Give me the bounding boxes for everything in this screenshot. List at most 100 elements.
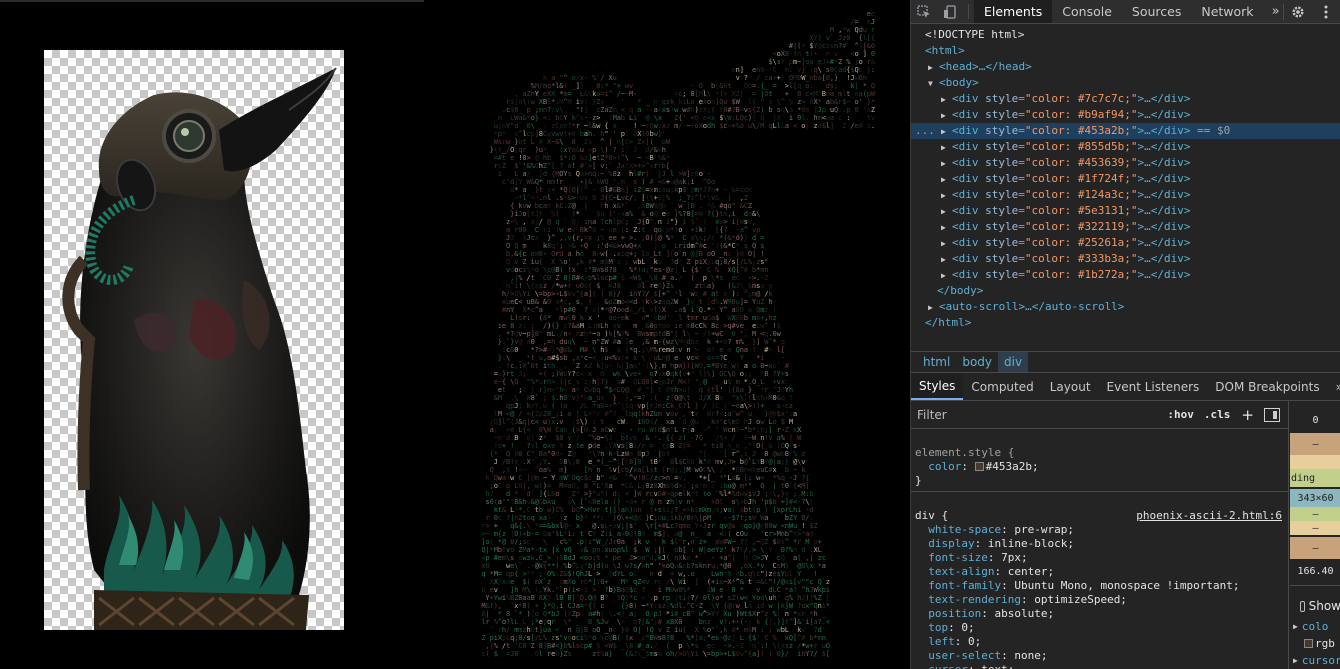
settings-gear-icon[interactable] xyxy=(1284,0,1312,24)
box-model-margin-bottom[interactable]: – xyxy=(1290,537,1340,559)
expand-triangle-icon[interactable]: ▶ xyxy=(941,156,952,172)
box-model-margin-value[interactable]: 0 xyxy=(1290,413,1340,427)
dom-node-div[interactable]: ▶ <div style="color: #333b3a;">…</div> xyxy=(911,251,1340,267)
css-prop-name[interactable]: top xyxy=(928,621,948,634)
css-prop-name[interactable]: cursor xyxy=(928,663,968,669)
dom-node-doctype[interactable]: <!DOCTYPE html> xyxy=(911,27,1340,43)
inspect-element-icon[interactable] xyxy=(911,0,937,23)
class-toggle[interactable]: .cls xyxy=(1199,408,1236,421)
expand-triangle-icon[interactable]: ▶ xyxy=(928,60,939,76)
expand-triangle-icon[interactable]: ▶ xyxy=(941,92,952,108)
expand-triangle-icon[interactable]: ▶ xyxy=(941,220,952,236)
css-prop-value[interactable]: 0; xyxy=(961,621,974,634)
box-model-content-size[interactable]: 343×60 xyxy=(1290,489,1340,507)
expand-triangle-icon[interactable]: ▶ xyxy=(941,124,952,140)
expand-triangle-icon[interactable]: ▶ xyxy=(941,252,952,268)
css-prop-value[interactable]: absolute; xyxy=(994,607,1054,620)
dom-node-auto-scroll[interactable]: ▶ <auto-scroll>…</auto-scroll> xyxy=(911,299,1340,315)
dom-node-div[interactable]: ▶ <div style="color: #b9af94;">…</div> xyxy=(911,107,1340,123)
hover-state-toggle[interactable]: :hov xyxy=(1162,408,1199,421)
element-style-prop[interactable]: color xyxy=(928,460,961,473)
device-toolbar-icon[interactable] xyxy=(937,0,963,23)
dom-node-div[interactable]: ▶ <div style="color: #25261a;">…</div> xyxy=(911,235,1340,251)
expand-triangle-icon[interactable]: ▶ xyxy=(941,172,952,188)
css-prop-value[interactable]: Ubuntu Mono, monospace !important; xyxy=(1014,579,1239,592)
css-prop-value[interactable]: 0; xyxy=(968,635,981,648)
node-actions-ellipsis-icon[interactable]: ... xyxy=(915,123,935,139)
dom-node-div[interactable]: ▶ <div style="color: #1b272a;">…</div> xyxy=(911,267,1340,283)
css-prop-value[interactable]: text; xyxy=(981,663,1014,669)
expand-triangle-icon[interactable]: ▶ xyxy=(1293,656,1298,665)
color-swatch-icon[interactable] xyxy=(974,462,984,471)
svg-text:z: z xyxy=(568,442,572,450)
css-prop-value[interactable]: optimizeSpeed; xyxy=(1034,593,1127,606)
box-model-padding-bottom[interactable]: – xyxy=(1290,507,1340,521)
breadcrumb-html[interactable]: html xyxy=(917,355,956,369)
stylesheet-source-link[interactable]: phoenix-ascii-2.html:6 xyxy=(1136,509,1282,523)
expand-triangle-icon[interactable]: ▶ xyxy=(941,188,952,204)
css-prop-value[interactable]: center; xyxy=(1008,565,1054,578)
box-model-border[interactable]: – xyxy=(1290,433,1340,455)
tab-computed[interactable]: Computed xyxy=(963,373,1041,400)
css-prop-name[interactable]: text-rendering xyxy=(928,593,1021,606)
expand-triangle-icon[interactable]: ▶ xyxy=(928,300,939,316)
css-prop-name[interactable]: font-size xyxy=(928,551,988,564)
computed-color-row[interactable]: ▶ colo xyxy=(1290,616,1340,636)
dom-node-html-close[interactable]: </html> xyxy=(911,315,1340,331)
tab-styles[interactable]: Styles xyxy=(911,373,964,400)
css-prop-name[interactable]: white-space xyxy=(928,523,1001,536)
customize-menu-icon[interactable] xyxy=(1312,0,1340,24)
css-prop-name[interactable]: display xyxy=(928,537,974,550)
dom-node-div[interactable]: ▶ <div style="color: #7c7c7c;">…</div> xyxy=(911,91,1340,107)
expand-triangle-icon[interactable]: ▶ xyxy=(1293,622,1298,631)
breadcrumb-body[interactable]: body xyxy=(956,355,998,369)
tab-sources[interactable]: Sources xyxy=(1122,0,1191,23)
new-style-rule-plus-icon[interactable]: + xyxy=(1235,406,1260,424)
expand-triangle-icon[interactable]: ▶ xyxy=(941,204,952,220)
css-prop-name[interactable]: user-select xyxy=(928,649,1001,662)
styles-filter-input[interactable]: Filter xyxy=(917,408,1162,422)
dom-node-body-close[interactable]: </body> xyxy=(911,283,1340,299)
expand-triangle-icon[interactable]: ▶ xyxy=(941,140,952,156)
dom-node-div[interactable]: ▶ <div style="color: #124a3c;">…</div> xyxy=(911,187,1340,203)
div-open-tag: <div xyxy=(952,268,985,281)
box-model-border-bottom[interactable]: – xyxy=(1290,521,1340,535)
css-prop-name[interactable]: font-family xyxy=(928,579,1001,592)
dom-node-head[interactable]: ▶ <head>…</head> xyxy=(911,59,1340,75)
tab-elements[interactable]: Elements xyxy=(974,0,1053,23)
dom-node-html[interactable]: <html> xyxy=(911,43,1340,59)
css-prop-value[interactable]: inline-block; xyxy=(988,537,1074,550)
tab-console[interactable]: Console xyxy=(1052,0,1122,23)
more-subtabs-chevron-icon[interactable]: » xyxy=(1328,373,1340,400)
collapse-triangle-icon[interactable]: ▼ xyxy=(928,76,939,92)
tab-event-listeners[interactable]: Event Listeners xyxy=(1099,373,1208,400)
css-prop-value[interactable]: pre-wrap; xyxy=(1014,523,1074,536)
dom-node-div[interactable]: ▶ <div style="color: #322119;">…</div> xyxy=(911,219,1340,235)
dom-node-div[interactable]: ... ▶ <div style="color: #453a2b;">…</div>… xyxy=(911,123,1340,139)
dom-node-div[interactable]: ▶ <div style="color: #1f724f;">…</div> xyxy=(911,171,1340,187)
tab-dom-breakpoints[interactable]: DOM Breakpoints xyxy=(1207,373,1327,400)
dom-node-div[interactable]: ▶ <div style="color: #453639;">…</div> xyxy=(911,155,1340,171)
css-prop-value[interactable]: 7px; xyxy=(1001,551,1028,564)
expand-triangle-icon[interactable]: ▶ xyxy=(941,108,952,124)
color-swatch-icon[interactable] xyxy=(1304,638,1313,648)
expand-triangle-icon[interactable]: ▶ xyxy=(941,268,952,284)
toggle-sidebar-icon[interactable] xyxy=(1264,407,1280,422)
dom-node-body[interactable]: ▼ <body> xyxy=(911,75,1340,91)
css-prop-name[interactable]: text-align xyxy=(928,565,994,578)
html-open-tag: <html> xyxy=(925,44,965,57)
tab-network[interactable]: Network xyxy=(1191,0,1263,23)
computed-cursor-row[interactable]: ▶ cursor xyxy=(1290,650,1340,669)
svg-text:): ) xyxy=(584,418,588,426)
expand-triangle-icon[interactable]: ▶ xyxy=(941,236,952,252)
show-all-checkbox[interactable] xyxy=(1300,600,1305,612)
show-all-toggle[interactable]: Show xyxy=(1290,596,1340,616)
element-style-value[interactable]: #453a2b xyxy=(986,460,1032,473)
css-prop-name[interactable]: position xyxy=(928,607,981,620)
css-prop-name[interactable]: left xyxy=(928,635,955,648)
dom-node-div[interactable]: ▶ <div style="color: #5e3131;">…</div> xyxy=(911,203,1340,219)
dom-node-div[interactable]: ▶ <div style="color: #855d5b;">…</div> xyxy=(911,139,1340,155)
tab-layout[interactable]: Layout xyxy=(1042,373,1099,400)
breadcrumb-div[interactable]: div xyxy=(998,352,1029,372)
css-prop-value[interactable]: none; xyxy=(1014,649,1047,662)
